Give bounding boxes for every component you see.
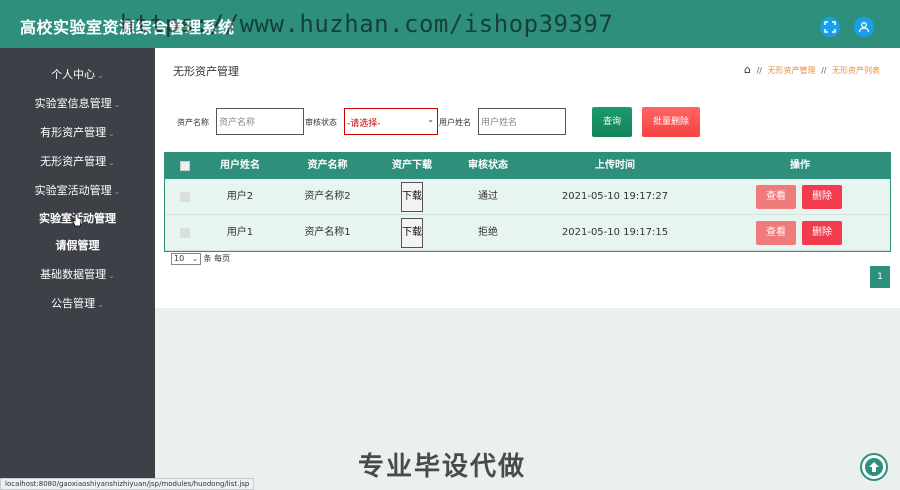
column-header: 操作 [790,160,810,171]
column-header: 资产下载 [392,160,432,171]
sidebar-item-intangible-assets[interactable]: 无形资产管理 ⌄ [0,151,155,173]
breadcrumb-separator: // [821,66,827,75]
user-name-label: 用户姓名 [439,118,471,127]
page-size-suffix: 条 每页 [203,254,231,263]
chevron-down-icon: ⌄ [108,129,115,138]
sidebar-item-label: 实验室信息管理 [34,97,112,110]
sidebar-subitem-leave[interactable]: 请假管理 [0,235,155,257]
sidebar-item-lab-activity[interactable]: 实验室活动管理 ⌄ [0,180,155,202]
review-status-value: -请选择- [347,119,381,129]
page-number-button[interactable]: 1 [870,266,890,288]
arrow-up-icon [865,458,883,476]
table-row: 用户2 资产名称2 下载 通过 2021-05-10 19:17:27 查看 删… [165,179,890,215]
bulk-delete-button[interactable]: 批量删除 [642,107,700,137]
sidebar-item-label: 有形资产管理 [40,126,107,139]
row-checkbox[interactable] [180,192,190,202]
delete-button[interactable]: 删除 [802,185,842,209]
row-checkbox[interactable] [180,228,190,238]
page-title: 无形资产管理 [173,65,239,78]
sidebar-item-label: 基础数据管理 [40,268,107,281]
sidebar: 个人中心 ⌄ 实验室信息管理 ⌄ 有形资产管理 ⌄ 无形资产管理 ⌄ 实验室活动管理 ⌄ … [0,48,155,490]
cell-asset: 资产名称2 [304,191,351,202]
chevron-down-icon: ⌄ [427,115,434,124]
review-status-label: 审核状态 [305,118,337,127]
sidebar-item-announcements[interactable]: 公告管理 ⌄ [0,293,155,315]
breadcrumb: ⌂ // 无形资产管理 // 无形资产列表 [744,63,880,76]
ad-overlay-text: 专业毕设代做 [358,452,527,482]
cell-status: 通过 [478,191,498,202]
review-status-select[interactable]: -请选择- ⌄ [344,108,438,135]
sidebar-item-label: 公告管理 [51,297,96,310]
chevron-down-icon: ⌄ [192,255,198,263]
chevron-down-icon: ⌄ [97,300,104,309]
watermark-url: https://www.huzhan.com/ishop39397 [120,10,614,38]
sidebar-item-tangible-assets[interactable]: 有形资产管理 ⌄ [0,122,155,144]
download-button[interactable]: 下载 [401,218,423,248]
sidebar-item-base-data[interactable]: 基础数据管理 ⌄ [0,264,155,286]
asset-name-input[interactable]: 资产名称 [216,108,304,135]
sidebar-item-label: 个人中心 [51,68,96,81]
browser-status-bar: localhost:8080/gaoxiaoshiyanshizhiyuan/j… [0,478,255,490]
breadcrumb-item: 无形资产列表 [832,66,880,75]
cell-asset: 资产名称1 [304,227,351,238]
cell-user: 用户1 [226,227,254,238]
chevron-down-icon: ⌄ [113,187,121,196]
column-header: 审核状态 [468,160,508,171]
breadcrumb-item[interactable]: 无形资产管理 [768,66,816,75]
page-size-select[interactable]: 10 ⌄ [171,253,201,265]
chevron-down-icon: ⌄ [108,158,115,167]
page-size-control: 10 ⌄ 条 每页 [171,253,230,266]
user-name-input[interactable]: 用户姓名 [478,108,566,135]
breadcrumb-separator: // [756,66,762,75]
sidebar-item-personal-center[interactable]: 个人中心 ⌄ [0,64,155,86]
query-button[interactable]: 查询 [592,107,632,137]
column-header: 资产名称 [307,160,348,171]
chevron-down-icon: ⌄ [113,100,121,109]
asset-table: 用户姓名 资产名称 资产下载 审核状态 上传时间 操作 用户2 资产名称2 下载… [164,152,891,252]
fullscreen-icon[interactable] [820,17,840,37]
home-icon[interactable]: ⌂ [744,63,751,76]
sidebar-item-label: 无形资产管理 [40,155,107,168]
sidebar-item-label: 请假管理 [55,239,100,252]
page-size-value: 10 [174,254,185,263]
select-all-checkbox[interactable] [180,161,190,171]
cell-status: 拒绝 [478,227,498,238]
chevron-down-icon: ⌄ [108,271,115,280]
main-content: 无形资产管理 ⌂ // 无形资产管理 // 无形资产列表 资产名称 资产名称 审… [155,48,900,308]
cell-user: 用户2 [226,191,254,202]
top-bar: 高校实验室资源综合管理系统 https://www.huzhan.com/ish… [0,0,900,48]
delete-button[interactable]: 删除 [802,221,842,245]
sidebar-item-lab-info[interactable]: 实验室信息管理 ⌄ [0,93,155,115]
cell-time: 2021-05-10 19:17:15 [561,227,669,238]
download-button[interactable]: 下载 [401,182,423,212]
view-button[interactable]: 查看 [756,185,796,209]
mouse-cursor-icon [72,213,82,227]
table-header: 用户姓名 资产名称 资产下载 审核状态 上传时间 操作 [165,153,890,179]
column-header: 用户姓名 [220,160,260,171]
user-icon[interactable] [854,17,874,37]
chevron-down-icon: ⌄ [97,71,104,80]
column-header: 上传时间 [595,160,635,171]
back-to-top-button[interactable] [860,453,888,481]
asset-name-label: 资产名称 [177,118,209,127]
view-button[interactable]: 查看 [756,221,796,245]
cell-time: 2021-05-10 19:17:27 [561,191,669,202]
sidebar-item-label: 实验室活动管理 [34,184,112,197]
table-row: 用户1 资产名称1 下载 拒绝 2021-05-10 19:17:15 查看 删… [165,215,890,251]
